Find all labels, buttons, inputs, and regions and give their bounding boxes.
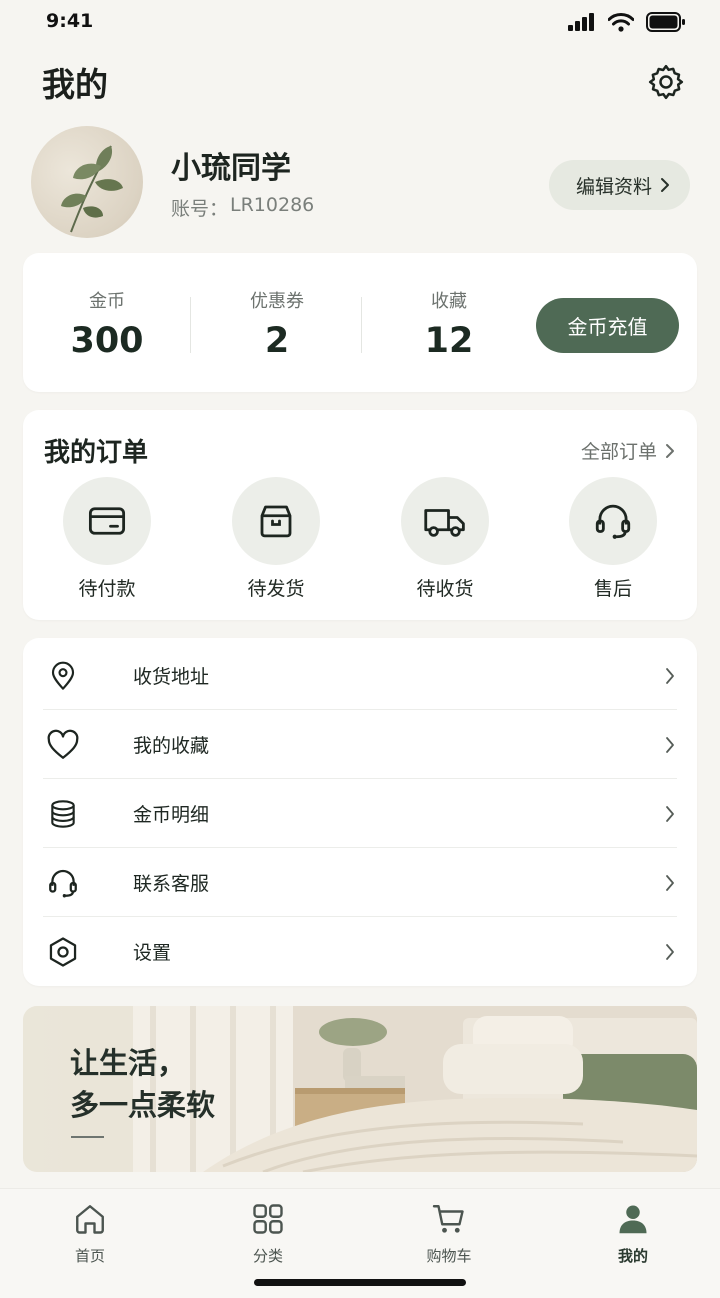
cart-icon [432,1205,464,1233]
menu-label: 我的收藏 [133,735,210,757]
menu-item-settings[interactable]: 设置 [43,917,677,986]
order-pending-shipment[interactable]: 待发货 [216,477,336,601]
stat-divider [361,297,362,353]
grid-icon [253,1204,283,1234]
order-pending-payment[interactable]: 待付款 [47,477,167,601]
stat-value: 12 [424,321,474,361]
menu-item-favorites[interactable]: 我的收藏 [43,710,677,779]
stat-value: 300 [70,321,144,361]
user-account: 账号： LR10286 [171,194,314,221]
stat-favorites[interactable]: 收藏 12 [365,287,533,361]
order-label: 待发货 [247,578,305,600]
page-title: 我的 [42,65,108,104]
recharge-button[interactable]: 金币充值 [536,298,679,353]
menu-label: 收货地址 [133,666,210,688]
leaf-icon [61,145,123,233]
person-icon [619,1205,647,1234]
battery-icon [646,12,685,32]
stat-label: 金币 [89,291,125,312]
stat-label: 收藏 [431,291,467,312]
menu-item-address[interactable]: 收货地址 [43,641,677,710]
tab-category[interactable]: 分类 [223,1201,313,1266]
headset-icon [595,504,631,539]
location-pin-icon [51,661,75,690]
orders-title: 我的订单 [44,438,149,468]
all-orders-link[interactable]: 全部订单 [581,437,675,464]
truck-icon [424,509,465,537]
banner-line-2: 多一点柔软 [70,1088,216,1122]
heart-icon [47,729,79,759]
order-label: 待收货 [416,578,474,600]
stat-value: 2 [264,321,290,361]
account-id: LR10286 [230,194,315,216]
chevron-right-icon [666,736,674,753]
tab-mine[interactable]: 我的 [588,1201,678,1266]
edit-profile-label: 编辑资料 [575,175,652,198]
settings-button[interactable] [646,62,686,102]
tab-label: 首页 [74,1247,105,1265]
tab-home[interactable]: 首页 [45,1201,135,1266]
stats-card: 金币 300 优惠券 2 收藏 12 金币充值 [23,253,697,392]
tab-label: 分类 [252,1247,283,1265]
menu-label: 联系客服 [133,873,210,895]
coin-stack-icon [51,799,75,828]
chevron-right-icon [666,874,674,891]
gear-icon [648,64,684,100]
all-orders-label: 全部订单 [580,441,657,463]
status-icons [568,12,686,32]
signal-icon [568,13,594,31]
tab-label: 购物车 [426,1247,472,1265]
headset-icon [49,869,77,897]
stat-coins[interactable]: 金币 300 [23,287,191,361]
banner-underline [71,1136,104,1138]
home-icon [76,1205,104,1234]
wifi-icon [608,12,634,32]
account-label: 账号： [171,198,229,220]
orders-card: 我的订单 全部订单 待付款 待发货 待收货 售后 [23,410,697,620]
banner-headline: 让生活， 多一点柔软 [70,1042,215,1126]
menu-label: 设置 [133,942,172,964]
order-label: 待付款 [78,578,136,600]
chevron-right-icon [661,178,669,192]
stat-coupons[interactable]: 优惠券 2 [193,287,361,361]
hexagon-settings-icon [49,936,77,967]
order-after-sales[interactable]: 售后 [553,477,673,601]
user-name: 小琉同学 [171,151,291,186]
menu-item-coin-details[interactable]: 金币明细 [43,779,677,848]
menu-label: 金币明细 [133,804,210,826]
stat-divider [190,297,191,353]
menu-card: 收货地址 我的收藏 金币明细 联系客服 设置 [23,638,697,986]
stat-label: 优惠券 [250,291,304,312]
card-icon [88,507,126,535]
promo-banner[interactable]: 让生活， 多一点柔软 [23,1006,697,1172]
avatar[interactable] [31,126,143,238]
tab-cart[interactable]: 购物车 [404,1201,494,1266]
chevron-right-icon [666,805,674,822]
status-time: 9:41 [46,10,94,32]
order-pending-receipt[interactable]: 待收货 [385,477,505,601]
chevron-right-icon [666,443,674,458]
chevron-right-icon [666,943,674,960]
home-indicator [254,1279,466,1286]
banner-line-1: 让生活， [70,1046,187,1080]
edit-profile-button[interactable]: 编辑资料 [548,160,690,210]
chevron-right-icon [666,667,674,684]
order-label: 售后 [593,578,632,600]
tab-label: 我的 [617,1247,648,1265]
menu-item-customer-service[interactable]: 联系客服 [43,848,677,917]
box-icon [260,505,292,538]
